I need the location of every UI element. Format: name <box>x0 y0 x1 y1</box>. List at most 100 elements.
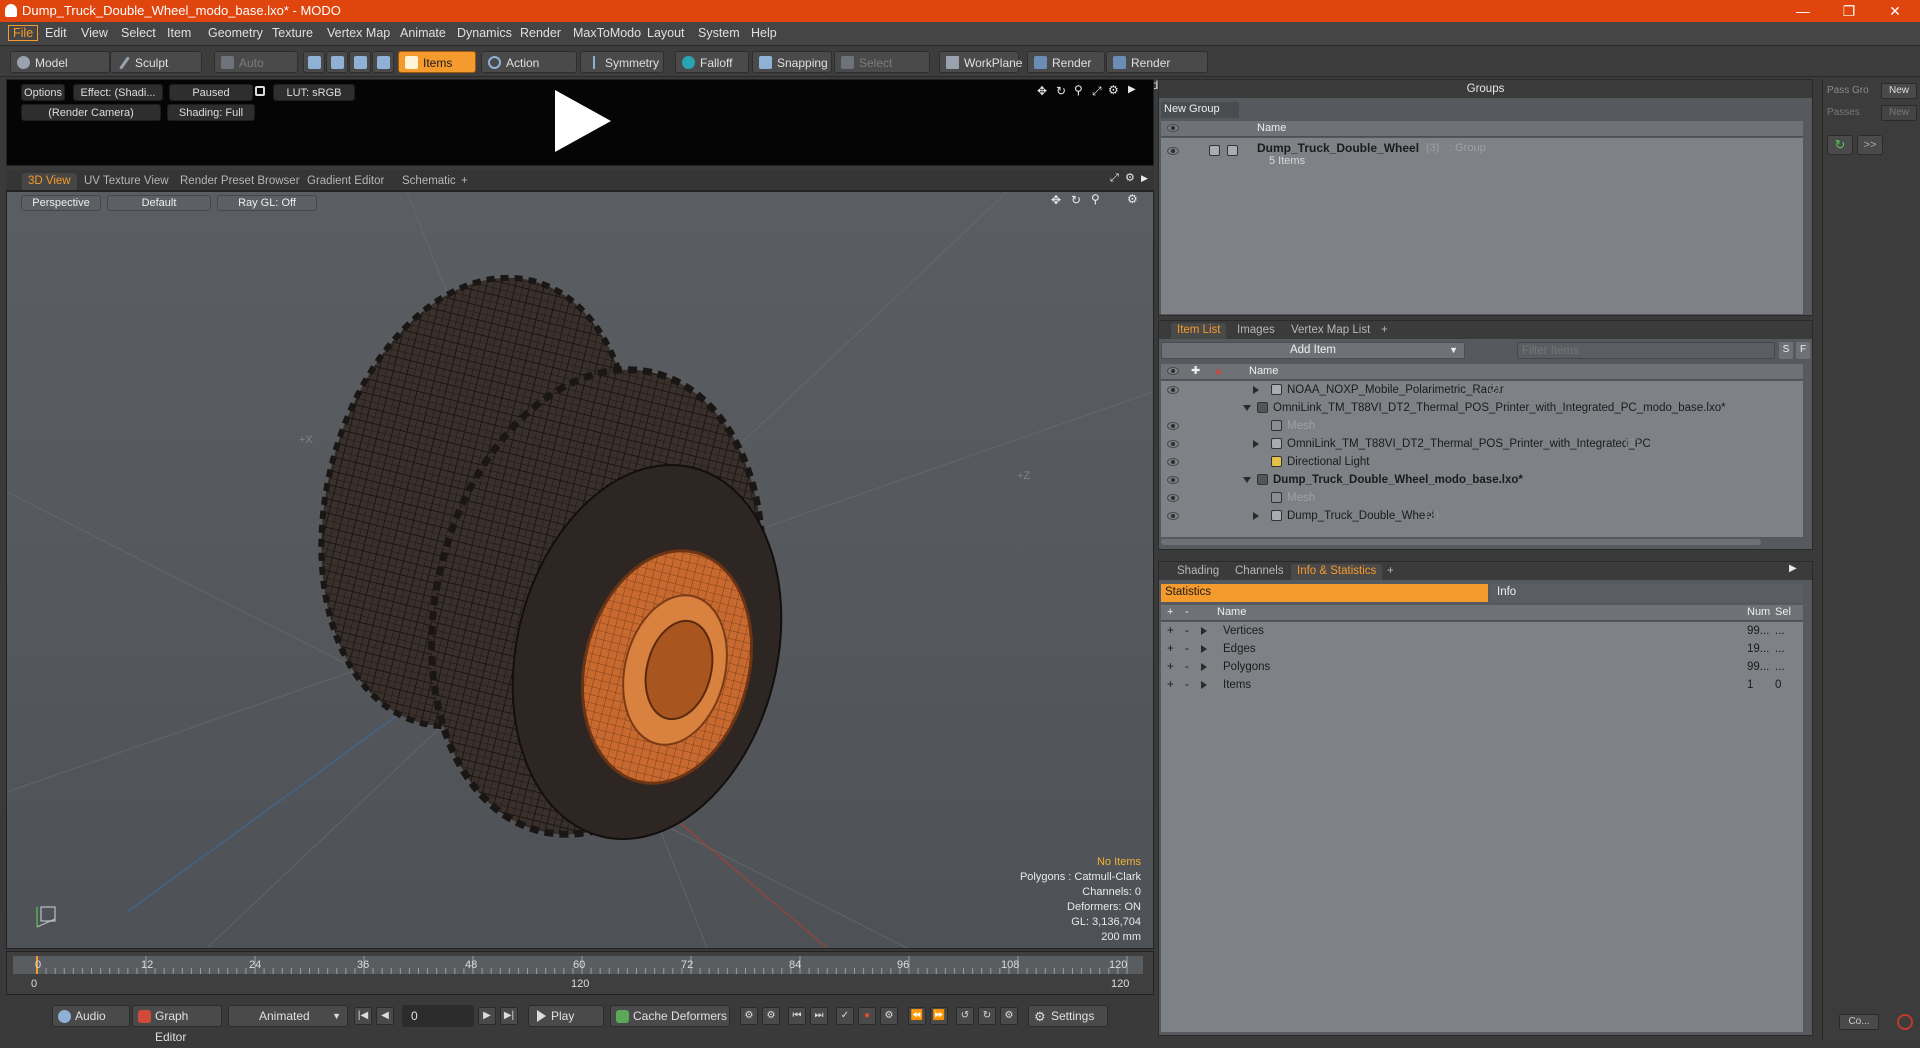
collapse-arrow-icon[interactable] <box>1243 405 1251 411</box>
next-key-icon[interactable]: ⏭ <box>810 1007 828 1025</box>
new-pass-button[interactable]: New <box>1881 105 1917 121</box>
lock-icon[interactable] <box>255 86 265 96</box>
go-start-icon[interactable]: |◀ <box>354 1007 372 1025</box>
render-camera-dropdown[interactable]: (Render Camera) <box>21 104 161 121</box>
expand-arrow-icon[interactable] <box>1201 627 1207 635</box>
snapping-button[interactable]: Snapping <box>752 51 832 73</box>
go-end-icon[interactable]: ▶| <box>500 1007 518 1025</box>
timeline[interactable]: 0 12 24 36 48 60 72 84 96 108 120 0 120 … <box>6 951 1154 995</box>
step-back-icon[interactable]: ◀ <box>376 1007 394 1025</box>
expand-arrow-icon[interactable] <box>1201 681 1207 689</box>
table-row[interactable]: + - Vertices 99... ... <box>1161 622 1803 640</box>
tab-info-statistics[interactable]: Info & Statistics <box>1291 564 1383 580</box>
co-button[interactable]: Co... <box>1839 1014 1879 1030</box>
menu-animate[interactable]: Animate <box>400 26 446 40</box>
menu-file[interactable]: File <box>8 25 39 41</box>
table-row[interactable]: + - Edges 19... ... <box>1161 640 1803 658</box>
preview-options-button[interactable]: Options <box>21 84 65 101</box>
list-item[interactable]: Mesh <box>1161 489 1803 507</box>
expand-arrow-icon[interactable] <box>1253 512 1259 520</box>
menu-edit[interactable]: Edit <box>45 26 67 40</box>
menu-view[interactable]: View <box>81 26 108 40</box>
statistics-tab[interactable]: Statistics <box>1161 584 1488 602</box>
add-tab-button[interactable]: + <box>455 173 474 190</box>
menu-dynamics[interactable]: Dynamics <box>457 26 512 40</box>
materials-mode-button[interactable] <box>372 51 394 73</box>
menu-vertex-map[interactable]: Vertex Map <box>327 26 390 40</box>
settings-button[interactable]: ⚙ Settings <box>1028 1005 1108 1027</box>
settings-gear-icon[interactable]: ⚙ <box>1125 171 1135 184</box>
expand-icon[interactable]: + <box>1167 622 1174 640</box>
frame-field[interactable]: 0 <box>402 1005 474 1027</box>
lut-dropdown[interactable]: LUT: sRGB <box>273 84 355 101</box>
render-icon[interactable]: ▲ <box>1213 364 1224 379</box>
collapse-arrow-icon[interactable] <box>1243 477 1251 483</box>
table-row[interactable]: + - Items 1 0 <box>1161 676 1803 694</box>
menu-maxtomodo[interactable]: MaxToModo <box>573 26 641 40</box>
eye-icon[interactable] <box>1167 458 1179 466</box>
record-icon[interactable]: ● <box>858 1007 876 1025</box>
filter-items-input[interactable] <box>1517 342 1775 359</box>
collapse-icon[interactable]: - <box>1185 676 1189 694</box>
eye-icon[interactable] <box>1167 386 1179 394</box>
menu-texture[interactable]: Texture <box>272 26 313 40</box>
eye-icon[interactable] <box>1167 512 1179 520</box>
list-item[interactable]: Directional Light <box>1161 453 1803 471</box>
auto-select-button[interactable]: Auto Select <box>214 51 298 92</box>
shading-dropdown[interactable]: Shading: Full <box>167 104 255 121</box>
tab-3d-view[interactable]: 3D View <box>22 173 77 190</box>
tab-render-preset-browser[interactable]: Render Preset Browser <box>174 173 306 190</box>
list-item[interactable]: OmniLink_TM_T88VI_DT2_Thermal_POS_Printe… <box>1161 435 1803 453</box>
list-item[interactable]: Dump_Truck_Double_Wheel_modo_base.lxo* <box>1161 471 1803 489</box>
polygons-mode-button[interactable] <box>349 51 371 73</box>
expand-icon[interactable]: + <box>1167 676 1174 694</box>
expand-all-icon[interactable]: + <box>1167 605 1173 620</box>
play-button[interactable]: Play <box>528 1005 604 1027</box>
next-frame-icon[interactable]: ⏩ <box>930 1007 948 1025</box>
prev-key-icon[interactable]: ⏮ <box>788 1007 806 1025</box>
symmetry-button[interactable]: Symmetry <box>580 51 664 73</box>
3d-viewport[interactable]: Perspective Default Ray GL: Off ✥ ↻ ⚲ ⚙ <box>6 191 1154 949</box>
auto-key-icon[interactable]: ✓ <box>836 1007 854 1025</box>
menu-select[interactable]: Select <box>121 26 156 40</box>
list-item[interactable]: Mesh <box>1161 417 1803 435</box>
expand-arrow-icon[interactable] <box>1253 440 1259 448</box>
sculpt-button[interactable]: Sculpt <box>110 51 202 73</box>
graph-editor-button[interactable]: Graph Editor <box>132 1005 222 1044</box>
eye-icon[interactable] <box>1167 440 1179 448</box>
key-filter-icon[interactable]: ⚙ <box>880 1007 898 1025</box>
panel-arrow-icon[interactable]: ▶ <box>1789 563 1797 574</box>
zoom-view-icon[interactable]: ⚲ <box>1074 83 1083 97</box>
settings-gear-icon[interactable]: ⚙ <box>1108 83 1119 97</box>
new-pass-group-button[interactable]: New <box>1881 83 1917 99</box>
rotate-view-icon[interactable]: ↻ <box>1056 84 1066 98</box>
new-group-button[interactable]: New Group <box>1161 102 1239 118</box>
animated-dropdown[interactable]: Animated ▼ <box>228 1005 348 1027</box>
select-through-button[interactable]: Select Through <box>834 51 930 92</box>
panel-arrow-icon[interactable]: ▶ <box>1128 84 1136 95</box>
eye-icon[interactable] <box>1167 476 1179 484</box>
eye-icon[interactable] <box>1167 367 1179 375</box>
tab-gradient-editor[interactable]: Gradient Editor <box>301 173 390 190</box>
workplane-button[interactable]: WorkPlane <box>939 51 1022 73</box>
list-item[interactable]: Dump_Truck_Double_Wheel (2) <box>1161 507 1803 525</box>
eye-icon[interactable] <box>1167 422 1179 430</box>
items-mode-button[interactable]: Items <box>398 51 476 73</box>
options-icon[interactable]: ⚙ <box>1000 1007 1018 1025</box>
restore-button[interactable]: ❐ <box>1829 1 1869 21</box>
model-button[interactable]: Model <box>10 51 110 73</box>
list-item[interactable]: NOAA_NOXP_Mobile_Polarimetric_Radar (2) <box>1161 381 1803 399</box>
panel-arrow-icon[interactable]: ▶ <box>1141 173 1148 184</box>
info-tab[interactable]: Info <box>1491 584 1803 602</box>
action-center-button[interactable]: Action Center <box>481 51 577 92</box>
menu-geometry[interactable]: Geometry <box>208 26 263 40</box>
expand-arrow-icon[interactable] <box>1201 645 1207 653</box>
cache-deformers-button[interactable]: Cache Deformers <box>610 1005 730 1027</box>
menu-render[interactable]: Render <box>520 26 561 40</box>
preview-paused-button[interactable]: Paused <box>169 84 253 101</box>
falloff-button[interactable]: Falloff <box>675 51 749 73</box>
maximize-icon[interactable]: ⤢ <box>1110 172 1119 185</box>
maximize-icon[interactable]: ⤢ <box>1092 84 1102 99</box>
edges-mode-button[interactable] <box>326 51 348 73</box>
eye-icon[interactable] <box>1167 124 1179 132</box>
